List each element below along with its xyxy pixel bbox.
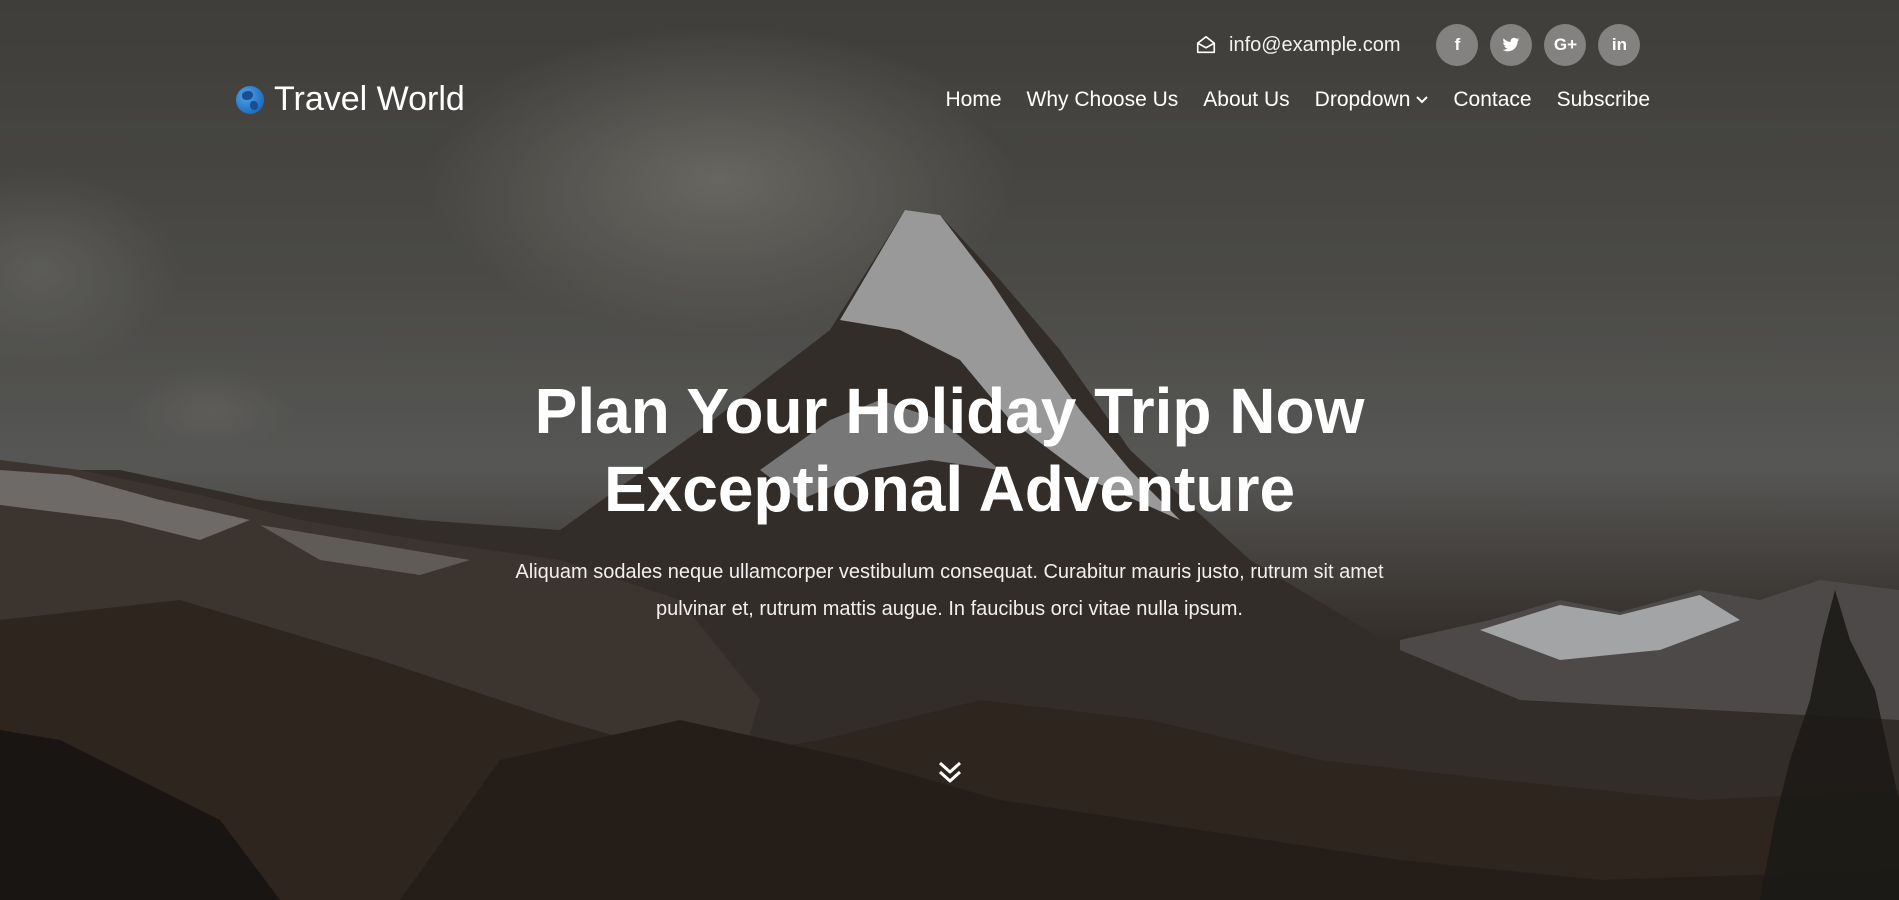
double-chevron-down-icon[interactable] (935, 758, 965, 788)
nav-item-label: Home (945, 88, 1002, 111)
hero-title: Plan Your Holiday Trip Now Exceptional A… (0, 372, 1899, 528)
nav-item-subscribe[interactable]: Subscribe (1557, 88, 1650, 112)
nav-item-label: About Us (1203, 88, 1290, 111)
facebook-glyph: f (1454, 35, 1461, 54)
google-plus-glyph: G+ (1553, 35, 1578, 54)
nav-item-label: Why Choose Us (1026, 88, 1179, 111)
nav-item-dropdown[interactable]: Dropdown (1315, 88, 1429, 112)
nav-item-label: Dropdown (1314, 88, 1411, 111)
nav-item-home[interactable]: Home (946, 88, 1002, 112)
email-text: info@example.com (1229, 33, 1401, 56)
hero-title-line1: Plan Your Holiday Trip Now (534, 375, 1365, 447)
hero-section: info@example.com f G+ in Travel World Ho… (0, 0, 1899, 900)
main-nav: Home Why Choose Us About Us Dropdown Con… (946, 88, 1650, 112)
nav-item-label: Contace (1453, 88, 1532, 111)
google-plus-icon[interactable]: G+ (1544, 24, 1587, 66)
linkedin-icon[interactable]: in (1598, 24, 1641, 66)
globe-icon (236, 85, 264, 114)
hero-subtitle-line2: pulvinar et, rutrum mattis augue. In fau… (656, 598, 1243, 620)
twitter-icon[interactable] (1490, 24, 1533, 66)
nav-item-why-choose-us[interactable]: Why Choose Us (1027, 88, 1179, 112)
hero-subtitle: Aliquam sodales neque ullamcorper vestib… (500, 554, 1400, 628)
hero-subtitle-line1: Aliquam sodales neque ullamcorper vestib… (515, 561, 1384, 583)
brand-name: Travel World (274, 80, 465, 118)
nav-item-label: Subscribe (1556, 88, 1650, 111)
hero-title-line2: Exceptional Adventure (603, 453, 1296, 525)
twitter-bird-glyph (1502, 37, 1520, 52)
brand-logo[interactable]: Travel World (236, 80, 465, 119)
email-link[interactable]: info@example.com (1195, 34, 1400, 57)
facebook-icon[interactable]: f (1436, 24, 1479, 66)
envelope-open-icon (1196, 35, 1216, 54)
nav-item-contace[interactable]: Contace (1453, 88, 1531, 112)
chevron-down-icon (1416, 96, 1429, 104)
hero-content: Plan Your Holiday Trip Now Exceptional A… (0, 372, 1899, 628)
top-contact-bar: info@example.com f G+ in (1195, 24, 1641, 66)
nav-item-about-us[interactable]: About Us (1203, 88, 1289, 112)
linkedin-glyph: in (1611, 35, 1628, 54)
social-links: f G+ in (1436, 24, 1641, 66)
